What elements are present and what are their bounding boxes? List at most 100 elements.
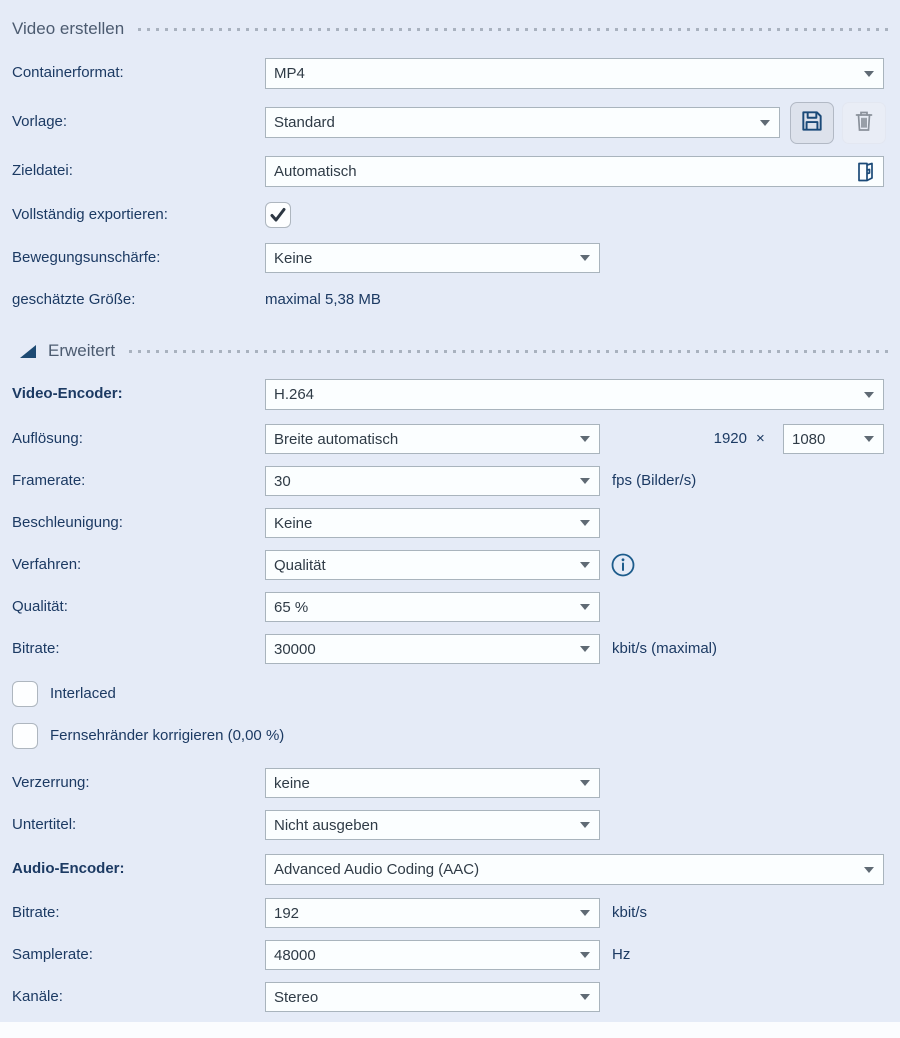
resolution-height-value: 1080 (792, 431, 825, 448)
row-samplerate: Samplerate: 48000 Hz (0, 940, 900, 970)
containerformat-dropdown[interactable]: MP4 (265, 58, 884, 89)
verzerrung-dropdown[interactable]: keine (265, 768, 600, 798)
chevron-down-icon (580, 520, 590, 526)
chevron-down-icon (580, 910, 590, 916)
zieldatei-input[interactable]: Automatisch (265, 156, 884, 187)
section-title: Erweitert (48, 341, 115, 361)
row-qualitaet: Qualität: 65 % (0, 592, 900, 622)
row-bitrate-audio: Bitrate: 192 kbit/s (0, 898, 900, 928)
vollstaendig-checkbox[interactable] (265, 202, 291, 228)
untertitel-label: Untertitel: (12, 810, 76, 840)
video-encoder-value: H.264 (274, 386, 314, 403)
row-aufloesung: Auflösung: Breite automatisch 1920 × 108… (0, 424, 900, 454)
aufloesung-mode-value: Breite automatisch (274, 431, 398, 448)
geschaetzte-groesse-label: geschätzte Größe: (12, 288, 135, 312)
bitrate-video-label: Bitrate: (12, 634, 60, 664)
chevron-down-icon (864, 867, 874, 873)
samplerate-label: Samplerate: (12, 940, 93, 970)
framerate-dropdown[interactable]: 30 (265, 466, 600, 496)
info-icon[interactable] (610, 552, 636, 578)
row-vollstaendig: Vollständig exportieren: (0, 202, 900, 228)
chevron-down-icon (580, 255, 590, 261)
section-title: Video erstellen (12, 19, 124, 39)
panel-bottom-edge (0, 1022, 900, 1038)
kanaele-dropdown[interactable]: Stereo (265, 982, 600, 1012)
chevron-down-icon (580, 646, 590, 652)
chevron-down-icon (580, 478, 590, 484)
fernsehraender-label: Fernsehränder korrigieren (0,00 %) (50, 723, 284, 749)
chevron-down-icon (864, 392, 874, 398)
bewegungsunschaerfe-value: Keine (274, 250, 312, 267)
bitrate-video-dropdown[interactable]: 30000 (265, 634, 600, 664)
samplerate-unit: Hz (612, 940, 630, 970)
vorlage-label: Vorlage: (12, 107, 67, 137)
vollstaendig-label: Vollständig exportieren: (12, 202, 168, 228)
bitrate-audio-value: 192 (274, 905, 299, 922)
interlaced-label: Interlaced (50, 681, 116, 707)
containerformat-label: Containerformat: (12, 58, 124, 88)
chevron-down-icon (864, 436, 874, 442)
open-folder-icon (853, 160, 877, 184)
aufloesung-mode-dropdown[interactable]: Breite automatisch (265, 424, 600, 454)
section-header-erweitert[interactable]: Erweitert (12, 336, 888, 366)
resolution-times-sign: × (756, 424, 765, 454)
video-encoder-dropdown[interactable]: H.264 (265, 379, 884, 410)
delete-template-button[interactable] (842, 102, 886, 144)
interlaced-checkbox[interactable] (12, 681, 38, 707)
chevron-down-icon (760, 120, 770, 126)
row-bewegungsunschaerfe: Bewegungsunschärfe: Keine (0, 243, 900, 273)
browse-file-button[interactable] (851, 159, 879, 185)
qualitaet-label: Qualität: (12, 592, 68, 622)
row-bitrate-video: Bitrate: 30000 kbit/s (maximal) (0, 634, 900, 664)
beschleunigung-dropdown[interactable]: Keine (265, 508, 600, 538)
bewegungsunschaerfe-dropdown[interactable]: Keine (265, 243, 600, 273)
dotted-divider (138, 28, 888, 31)
row-untertitel: Untertitel: Nicht ausgeben (0, 810, 900, 840)
row-zieldatei: Zieldatei: Automatisch (0, 156, 900, 186)
checkmark-icon (268, 205, 288, 225)
chevron-down-icon (580, 822, 590, 828)
chevron-down-icon (580, 604, 590, 610)
row-geschaetzte-groesse: geschätzte Größe: maximal 5,38 MB (0, 288, 900, 312)
fernsehraender-checkbox[interactable] (12, 723, 38, 749)
verzerrung-label: Verzerrung: (12, 768, 90, 798)
chevron-down-icon (580, 952, 590, 958)
collapse-triangle-icon[interactable] (20, 345, 36, 358)
framerate-unit: fps (Bilder/s) (612, 466, 696, 496)
row-framerate: Framerate: 30 fps (Bilder/s) (0, 466, 900, 496)
verfahren-dropdown[interactable]: Qualität (265, 550, 600, 580)
chevron-down-icon (580, 562, 590, 568)
row-verfahren: Verfahren: Qualität (0, 550, 900, 580)
section-header-video: Video erstellen (12, 14, 888, 44)
row-fernsehraender: Fernsehränder korrigieren (0,00 %) (0, 723, 900, 749)
resolution-height-dropdown[interactable]: 1080 (783, 424, 884, 454)
row-video-encoder: Video-Encoder: H.264 (0, 379, 900, 409)
chevron-down-icon (580, 780, 590, 786)
row-vorlage: Vorlage: Standard (0, 107, 900, 137)
vorlage-dropdown[interactable]: Standard (265, 107, 780, 138)
untertitel-value: Nicht ausgeben (274, 817, 378, 834)
beschleunigung-value: Keine (274, 515, 312, 532)
untertitel-dropdown[interactable]: Nicht ausgeben (265, 810, 600, 840)
kanaele-label: Kanäle: (12, 982, 63, 1012)
audio-encoder-dropdown[interactable]: Advanced Audio Coding (AAC) (265, 854, 884, 885)
row-verzerrung: Verzerrung: keine (0, 768, 900, 798)
samplerate-dropdown[interactable]: 48000 (265, 940, 600, 970)
chevron-down-icon (864, 71, 874, 77)
audio-encoder-value: Advanced Audio Coding (AAC) (274, 861, 479, 878)
dotted-divider (129, 350, 888, 353)
samplerate-value: 48000 (274, 947, 316, 964)
bewegungsunschaerfe-label: Bewegungsunschärfe: (12, 243, 160, 273)
row-interlaced: Interlaced (0, 681, 900, 707)
zieldatei-label: Zieldatei: (12, 156, 73, 186)
row-audio-encoder: Audio-Encoder: Advanced Audio Coding (AA… (0, 854, 900, 884)
row-containerformat: Containerformat: MP4 (0, 58, 900, 88)
bitrate-audio-dropdown[interactable]: 192 (265, 898, 600, 928)
bitrate-audio-label: Bitrate: (12, 898, 60, 928)
export-panel: Video erstellen Containerformat: MP4 Vor… (0, 0, 900, 1038)
save-template-button[interactable] (790, 102, 834, 144)
qualitaet-dropdown[interactable]: 65 % (265, 592, 600, 622)
chevron-down-icon (580, 994, 590, 1000)
row-kanaele: Kanäle: Stereo (0, 982, 900, 1012)
chevron-down-icon (580, 436, 590, 442)
